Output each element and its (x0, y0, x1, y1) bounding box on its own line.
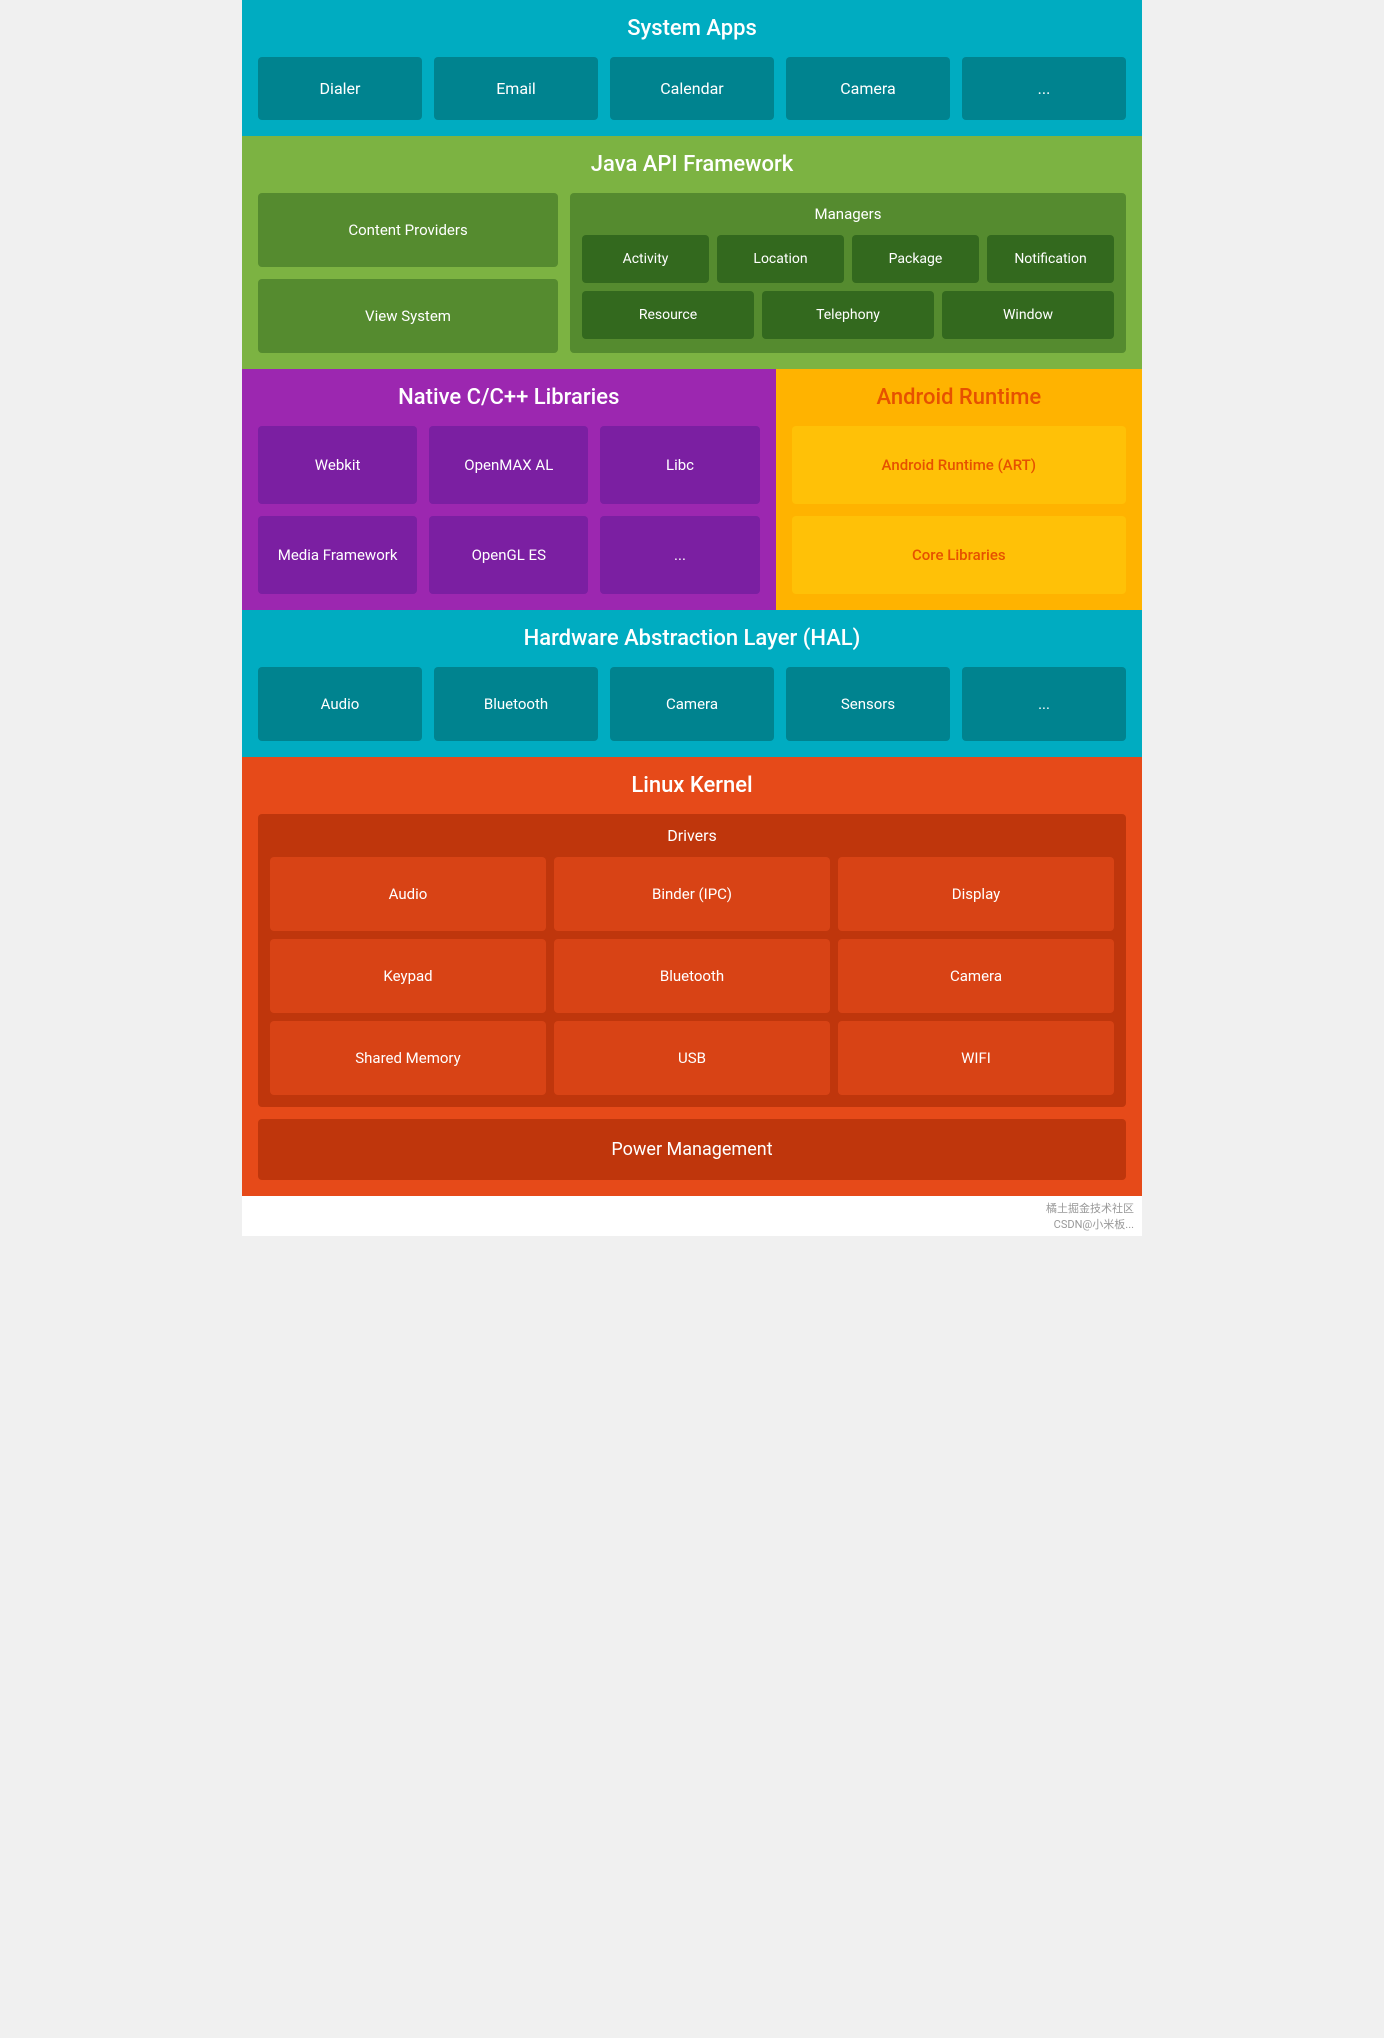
activity-cell: Activity (582, 235, 709, 283)
telephony-cell: Telephony (762, 291, 934, 339)
driver-binder: Binder (IPC) (554, 857, 830, 931)
driver-display: Display (838, 857, 1114, 931)
java-api-layer: Java API Framework Content Providers Vie… (242, 136, 1142, 369)
resource-cell: Resource (582, 291, 754, 339)
notification-cell: Notification (987, 235, 1114, 283)
managers-title: Managers (582, 205, 1114, 223)
hal-sensors-cell: Sensors (786, 667, 950, 741)
camera-cell: Camera (786, 57, 950, 120)
more-cell: ... (962, 57, 1126, 120)
watermark-line2: CSDN@小米板... (1054, 1218, 1134, 1231)
core-libraries-cell: Core Libraries (792, 516, 1126, 594)
managers-row2: Resource Telephony Window (582, 291, 1114, 339)
hal-more-cell: ... (962, 667, 1126, 741)
drivers-section: Drivers Audio Binder (IPC) Display Keypa… (258, 814, 1126, 1107)
kernel-layer: Linux Kernel Drivers Audio Binder (IPC) … (242, 757, 1142, 1196)
window-cell: Window (942, 291, 1114, 339)
hal-bluetooth-cell: Bluetooth (434, 667, 598, 741)
driver-audio: Audio (270, 857, 546, 931)
system-apps-title: System Apps (258, 16, 1126, 41)
driver-camera: Camera (838, 939, 1114, 1013)
drivers-grid: Audio Binder (IPC) Display Keypad Blueto… (270, 857, 1114, 1095)
content-providers-cell: Content Providers (258, 193, 558, 267)
driver-wifi: WIFI (838, 1021, 1114, 1095)
calendar-cell: Calendar (610, 57, 774, 120)
driver-shared-memory: Shared Memory (270, 1021, 546, 1095)
media-framework-cell: Media Framework (258, 516, 417, 594)
native-grid: Webkit OpenMAX AL Libc Media Framework O… (258, 426, 760, 594)
native-layer: Native C/C++ Libraries Webkit OpenMAX AL… (242, 369, 776, 610)
watermark: 橘土掘金技术社区 CSDN@小米板... (242, 1196, 1142, 1236)
view-system-cell: View System (258, 279, 558, 353)
package-cell: Package (852, 235, 979, 283)
java-api-left: Content Providers View System (258, 193, 558, 353)
java-api-title: Java API Framework (258, 152, 1126, 177)
location-cell: Location (717, 235, 844, 283)
hal-audio-cell: Audio (258, 667, 422, 741)
hal-layer: Hardware Abstraction Layer (HAL) Audio B… (242, 610, 1142, 757)
hal-row: Audio Bluetooth Camera Sensors ... (258, 667, 1126, 741)
native-runtime-row: Native C/C++ Libraries Webkit OpenMAX AL… (242, 369, 1142, 610)
power-management-section: Power Management (258, 1119, 1126, 1180)
managers-row1: Activity Location Package Notification (582, 235, 1114, 283)
kernel-title: Linux Kernel (258, 773, 1126, 798)
native-more-cell: ... (600, 516, 759, 594)
email-cell: Email (434, 57, 598, 120)
openmax-cell: OpenMAX AL (429, 426, 588, 504)
dialer-cell: Dialer (258, 57, 422, 120)
art-cell: Android Runtime (ART) (792, 426, 1126, 504)
power-management-label: Power Management (611, 1139, 772, 1160)
system-apps-row: Dialer Email Calendar Camera ... (258, 57, 1126, 120)
system-apps-layer: System Apps Dialer Email Calendar Camera… (242, 0, 1142, 136)
managers-section: Managers Activity Location Package Notif… (570, 193, 1126, 353)
webkit-cell: Webkit (258, 426, 417, 504)
native-title: Native C/C++ Libraries (258, 385, 760, 410)
android-architecture-diagram: System Apps Dialer Email Calendar Camera… (242, 0, 1142, 1236)
watermark-line1: 橘土掘金技术社区 (1046, 1202, 1134, 1215)
opengl-cell: OpenGL ES (429, 516, 588, 594)
java-api-content: Content Providers View System Managers A… (258, 193, 1126, 353)
driver-keypad: Keypad (270, 939, 546, 1013)
drivers-title: Drivers (270, 826, 1114, 845)
runtime-title: Android Runtime (792, 385, 1126, 410)
runtime-layer: Android Runtime Android Runtime (ART) Co… (776, 369, 1142, 610)
hal-title: Hardware Abstraction Layer (HAL) (258, 626, 1126, 651)
libc-cell: Libc (600, 426, 759, 504)
driver-bluetooth: Bluetooth (554, 939, 830, 1013)
hal-camera-cell: Camera (610, 667, 774, 741)
driver-usb: USB (554, 1021, 830, 1095)
